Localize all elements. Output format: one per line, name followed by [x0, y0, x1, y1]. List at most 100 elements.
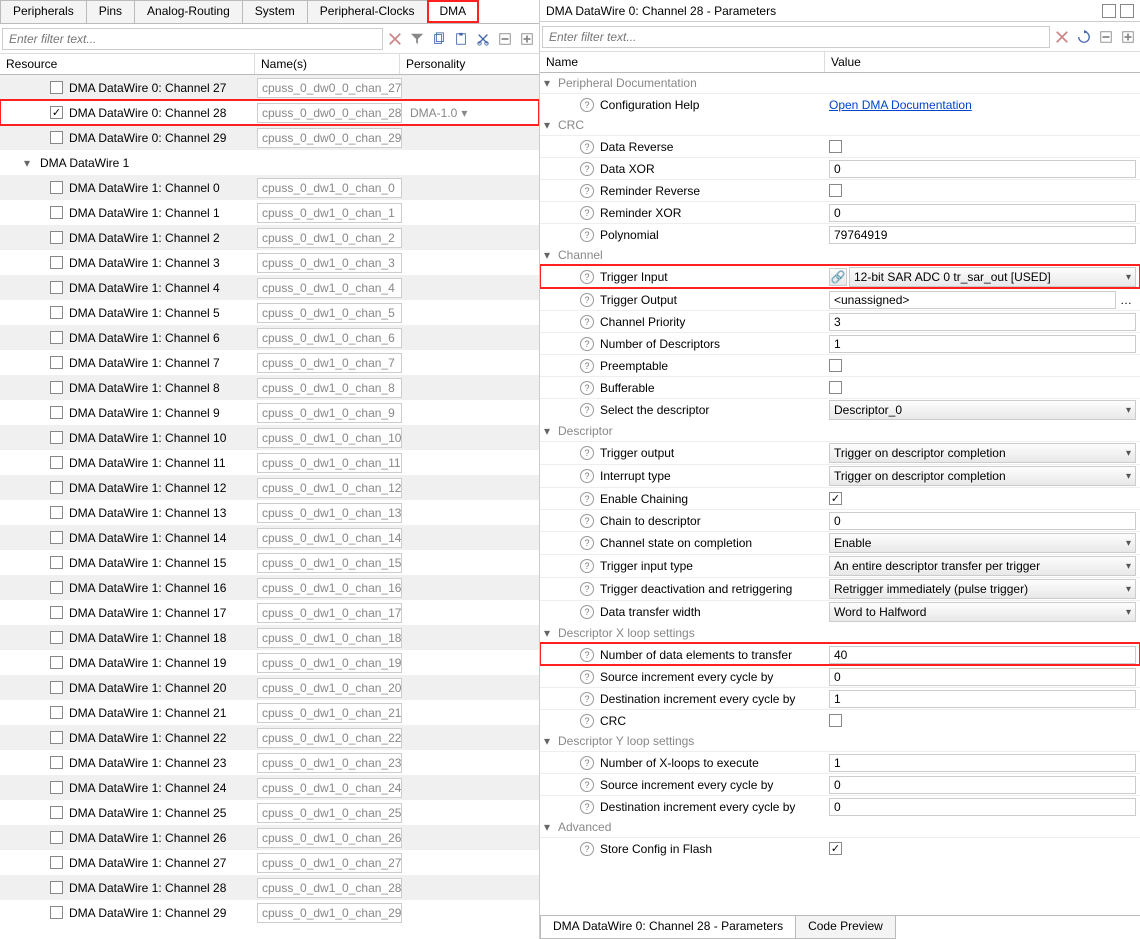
- param-dropdown[interactable]: Trigger on descriptor completion: [829, 466, 1136, 486]
- help-icon[interactable]: ?: [580, 514, 594, 528]
- resource-checkbox[interactable]: [50, 781, 63, 794]
- help-icon[interactable]: ?: [580, 778, 594, 792]
- resource-checkbox[interactable]: [50, 281, 63, 294]
- param-text-input[interactable]: [829, 668, 1136, 686]
- right-collapse-all-icon[interactable]: [1096, 27, 1116, 47]
- resource-row[interactable]: DMA DataWire 1: Channel 18cpuss_0_dw1_0_…: [0, 625, 539, 650]
- param-text-input[interactable]: [829, 160, 1136, 178]
- filter-funnel-icon[interactable]: [407, 29, 427, 49]
- param-checkbox[interactable]: [829, 381, 842, 394]
- header-resource[interactable]: Resource: [0, 54, 255, 74]
- bottom-tab[interactable]: Code Preview: [795, 916, 896, 939]
- resource-name-field[interactable]: cpuss_0_dw1_0_chan_19: [257, 653, 402, 673]
- tab-peripherals[interactable]: Peripherals: [0, 0, 87, 23]
- resource-checkbox[interactable]: [50, 556, 63, 569]
- help-icon[interactable]: ?: [580, 315, 594, 329]
- resource-name-field[interactable]: cpuss_0_dw1_0_chan_3: [257, 253, 402, 273]
- left-filter-input[interactable]: [2, 28, 383, 50]
- group-expander-icon[interactable]: ▾: [544, 76, 556, 90]
- resource-checkbox[interactable]: [50, 381, 63, 394]
- resource-checkbox[interactable]: [50, 606, 63, 619]
- resource-checkbox[interactable]: [50, 181, 63, 194]
- help-icon[interactable]: ?: [580, 559, 594, 573]
- param-group[interactable]: ▾Advanced: [540, 817, 1140, 837]
- resource-row[interactable]: DMA DataWire 1: Channel 7cpuss_0_dw1_0_c…: [0, 350, 539, 375]
- resource-name-field[interactable]: cpuss_0_dw1_0_chan_1: [257, 203, 402, 223]
- tab-pins[interactable]: Pins: [86, 0, 135, 23]
- help-icon[interactable]: ?: [580, 605, 594, 619]
- param-header-value[interactable]: Value: [825, 52, 1140, 72]
- resource-name-field[interactable]: cpuss_0_dw1_0_chan_12: [257, 478, 402, 498]
- tree-expander-icon[interactable]: ▾: [24, 156, 36, 170]
- resource-row[interactable]: DMA DataWire 1: Channel 19cpuss_0_dw1_0_…: [0, 650, 539, 675]
- resource-name-field[interactable]: cpuss_0_dw1_0_chan_14: [257, 528, 402, 548]
- help-icon[interactable]: ?: [580, 670, 594, 684]
- resource-checkbox[interactable]: [50, 506, 63, 519]
- tab-dma[interactable]: DMA: [427, 0, 480, 23]
- help-icon[interactable]: ?: [580, 293, 594, 307]
- param-text-input[interactable]: [829, 776, 1136, 794]
- resource-checkbox[interactable]: [50, 531, 63, 544]
- resource-row[interactable]: DMA DataWire 1: Channel 6cpuss_0_dw1_0_c…: [0, 325, 539, 350]
- resource-name-field[interactable]: cpuss_0_dw1_0_chan_8: [257, 378, 402, 398]
- param-checkbox[interactable]: [829, 492, 842, 505]
- param-text-input[interactable]: [829, 204, 1136, 222]
- resource-name-field[interactable]: cpuss_0_dw1_0_chan_26: [257, 828, 402, 848]
- resource-name-field[interactable]: cpuss_0_dw1_0_chan_23: [257, 753, 402, 773]
- help-icon[interactable]: ?: [580, 140, 594, 154]
- param-group[interactable]: ▾Channel: [540, 245, 1140, 265]
- help-icon[interactable]: ?: [580, 648, 594, 662]
- param-text-input[interactable]: [829, 512, 1136, 530]
- resource-checkbox[interactable]: [50, 806, 63, 819]
- refresh-icon[interactable]: [1074, 27, 1094, 47]
- expand-all-icon[interactable]: [517, 29, 537, 49]
- resource-row[interactable]: DMA DataWire 1: Channel 16cpuss_0_dw1_0_…: [0, 575, 539, 600]
- resource-checkbox[interactable]: [50, 81, 63, 94]
- resource-name-field[interactable]: cpuss_0_dw1_0_chan_9: [257, 403, 402, 423]
- resource-row[interactable]: DMA DataWire 1: Channel 28cpuss_0_dw1_0_…: [0, 875, 539, 900]
- resource-row[interactable]: DMA DataWire 1: Channel 24cpuss_0_dw1_0_…: [0, 775, 539, 800]
- param-dropdown[interactable]: Trigger on descriptor completion: [829, 443, 1136, 463]
- resource-row[interactable]: DMA DataWire 1: Channel 1cpuss_0_dw1_0_c…: [0, 200, 539, 225]
- resource-checkbox[interactable]: [50, 356, 63, 369]
- resource-name-field[interactable]: cpuss_0_dw0_0_chan_27: [257, 78, 402, 98]
- resource-checkbox[interactable]: [50, 256, 63, 269]
- help-icon[interactable]: ?: [580, 536, 594, 550]
- resource-checkbox[interactable]: [50, 756, 63, 769]
- resource-row[interactable]: DMA DataWire 1: Channel 13cpuss_0_dw1_0_…: [0, 500, 539, 525]
- resource-name-field[interactable]: cpuss_0_dw1_0_chan_11: [257, 453, 402, 473]
- resource-checkbox[interactable]: [50, 231, 63, 244]
- group-expander-icon[interactable]: ▾: [544, 118, 556, 132]
- header-names[interactable]: Name(s): [255, 54, 400, 74]
- resource-row[interactable]: DMA DataWire 1: Channel 23cpuss_0_dw1_0_…: [0, 750, 539, 775]
- resource-name-field[interactable]: cpuss_0_dw1_0_chan_20: [257, 678, 402, 698]
- resource-checkbox[interactable]: [50, 681, 63, 694]
- param-text-input[interactable]: [829, 226, 1136, 244]
- group-expander-icon[interactable]: ▾: [544, 820, 556, 834]
- resource-name-field[interactable]: cpuss_0_dw1_0_chan_13: [257, 503, 402, 523]
- resource-row[interactable]: DMA DataWire 1: Channel 26cpuss_0_dw1_0_…: [0, 825, 539, 850]
- help-icon[interactable]: ?: [580, 270, 594, 284]
- help-icon[interactable]: ?: [580, 359, 594, 373]
- resource-row[interactable]: DMA DataWire 1: Channel 15cpuss_0_dw1_0_…: [0, 550, 539, 575]
- link-icon[interactable]: 🔗: [829, 268, 847, 286]
- resource-checkbox[interactable]: [50, 856, 63, 869]
- right-clear-filter-icon[interactable]: [1052, 27, 1072, 47]
- header-personality[interactable]: Personality: [400, 54, 539, 74]
- resource-checkbox[interactable]: [50, 456, 63, 469]
- resource-name-field[interactable]: cpuss_0_dw1_0_chan_22: [257, 728, 402, 748]
- resource-name-field[interactable]: cpuss_0_dw1_0_chan_17: [257, 603, 402, 623]
- resource-checkbox[interactable]: [50, 881, 63, 894]
- resource-checkbox[interactable]: [50, 581, 63, 594]
- help-icon[interactable]: ?: [580, 800, 594, 814]
- help-icon[interactable]: ?: [580, 162, 594, 176]
- resource-name-field[interactable]: cpuss_0_dw1_0_chan_28: [257, 878, 402, 898]
- param-text-input[interactable]: [829, 754, 1136, 772]
- resource-checkbox[interactable]: [50, 406, 63, 419]
- resource-row[interactable]: DMA DataWire 0: Channel 28cpuss_0_dw0_0_…: [0, 100, 539, 125]
- resource-row[interactable]: DMA DataWire 1: Channel 4cpuss_0_dw1_0_c…: [0, 275, 539, 300]
- param-header-name[interactable]: Name: [540, 52, 825, 72]
- ellipsis-button[interactable]: …: [1116, 293, 1136, 307]
- resource-checkbox[interactable]: [50, 131, 63, 144]
- tab-system[interactable]: System: [242, 0, 308, 23]
